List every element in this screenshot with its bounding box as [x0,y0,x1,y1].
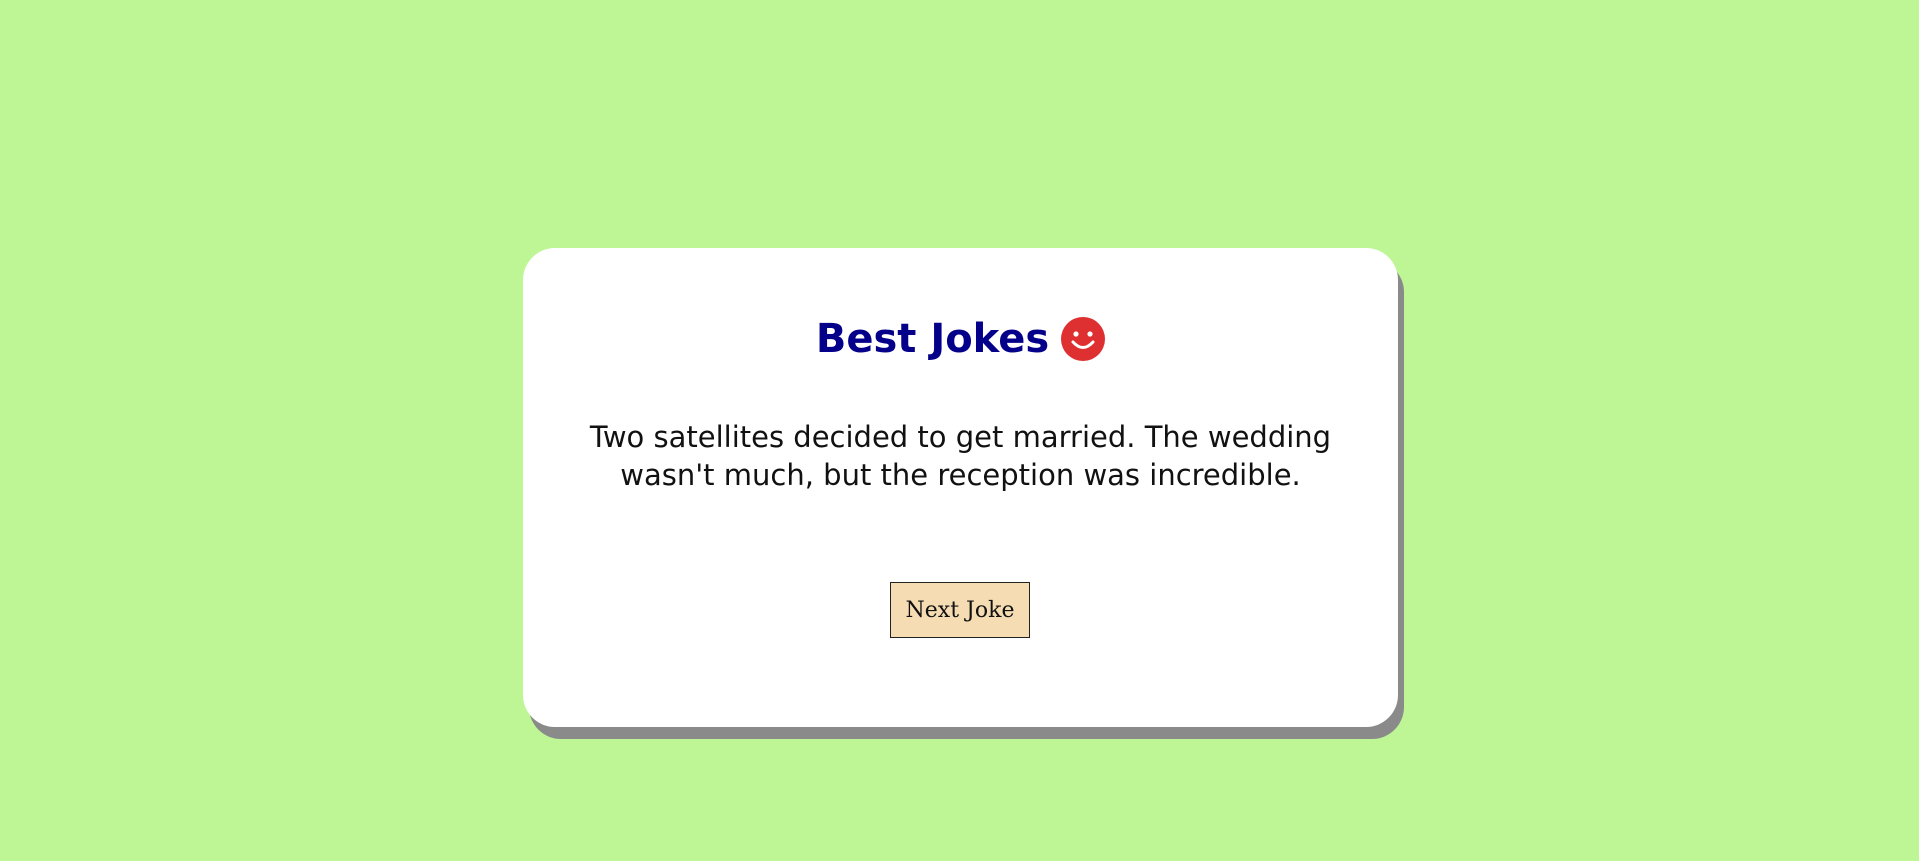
joke-card: Best Jokes Two satellites decided to get… [523,248,1398,727]
next-joke-button[interactable]: Next Joke [890,582,1030,638]
smiley-face-icon [1061,317,1106,361]
card-title-text: Best Jokes [815,316,1050,362]
card-title: Best Jokes [523,314,1398,364]
joke-text: Two satellites decided to get married. T… [589,420,1332,492]
